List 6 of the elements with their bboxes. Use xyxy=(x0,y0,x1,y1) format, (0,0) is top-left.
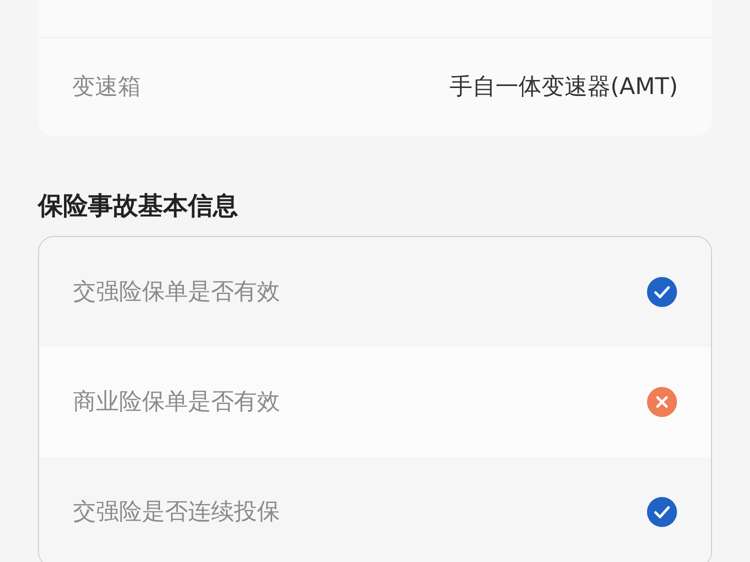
field-label: 变速箱 xyxy=(72,72,141,102)
field-value: 手自一体变速器(AMT) xyxy=(449,72,678,102)
section-title: 保险事故基本信息 xyxy=(38,190,239,222)
field-label: 交强险保单是否有效 xyxy=(73,278,280,307)
field-label: 交强险是否连续投保 xyxy=(73,498,280,527)
field-label: 商业险保单是否有效 xyxy=(73,388,280,417)
